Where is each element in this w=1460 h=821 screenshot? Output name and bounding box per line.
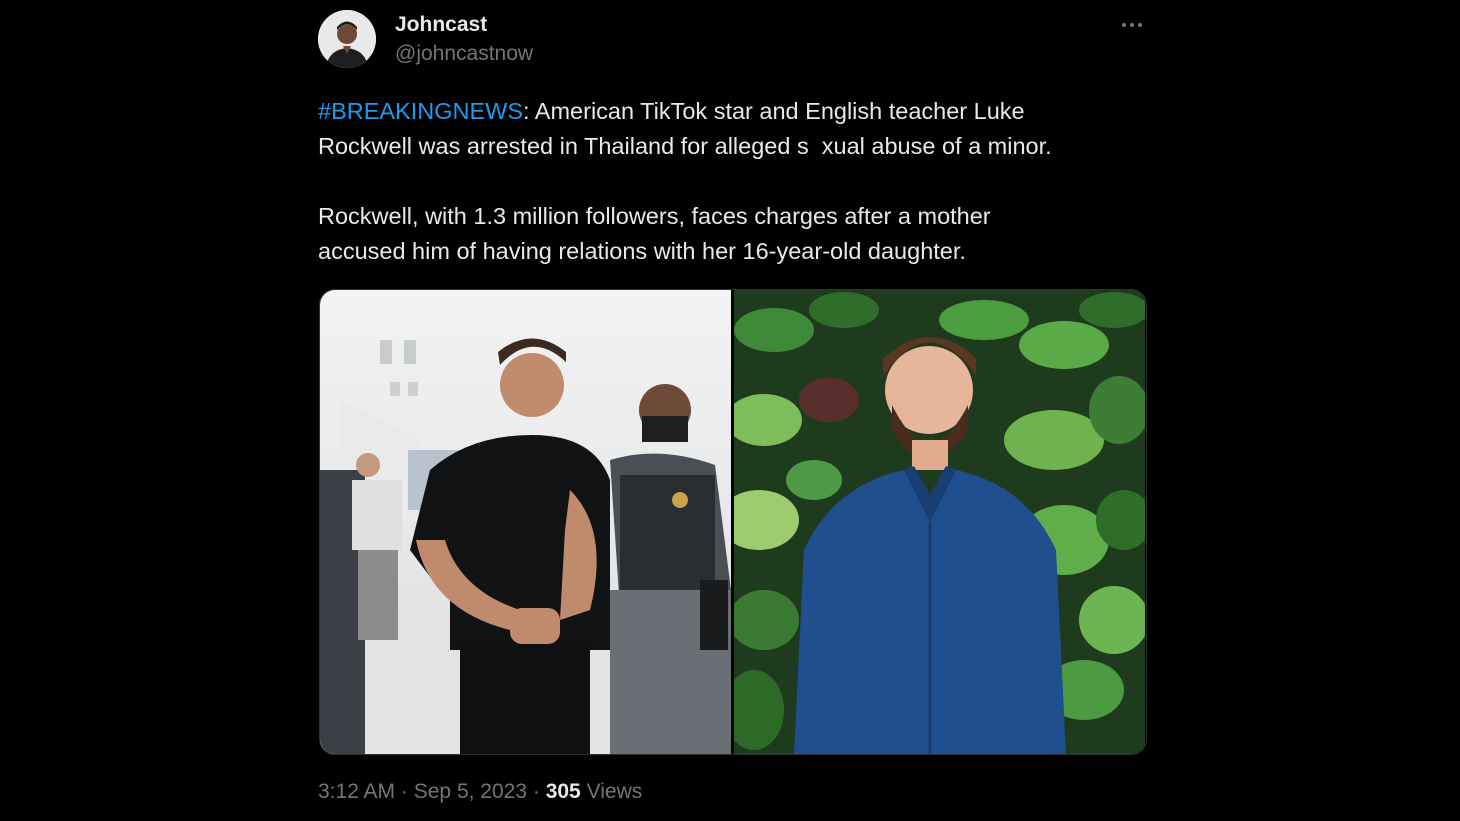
tweet-text-line1: : American TikTok star and English teach… <box>523 98 1025 124</box>
portrait-photo[interactable] <box>734 290 1145 754</box>
more-options-button[interactable] <box>1116 12 1148 38</box>
avatar[interactable] <box>318 10 376 68</box>
tweet-meta: 3:12 AM · Sep 5, 2023 · 305 Views <box>318 778 642 806</box>
more-options-icon <box>1130 23 1134 27</box>
tweet-text-line3: Rockwell, with 1.3 million followers, fa… <box>318 203 991 229</box>
tweet-time[interactable]: 3:12 AM <box>318 780 395 803</box>
tweet-text-line2: Rockwell was arrested in Thailand for al… <box>318 133 1052 159</box>
meta-separator: · <box>400 780 408 803</box>
more-options-icon <box>1122 23 1126 27</box>
media-grid <box>319 289 1147 755</box>
tweet-date[interactable]: Sep 5, 2023 <box>414 780 527 803</box>
tweet-text-line4: accused him of having relations with her… <box>318 238 966 264</box>
arrest-photo[interactable] <box>320 290 731 754</box>
avatar-image <box>318 10 376 68</box>
tweet-text: #BREAKINGNEWS: American TikTok star and … <box>318 94 1148 269</box>
views-count[interactable]: 305 <box>546 780 581 803</box>
portrait-photo-image <box>734 290 1145 754</box>
author-name[interactable]: Johncast <box>395 12 487 38</box>
meta-separator: · <box>532 780 540 803</box>
more-options-icon <box>1138 23 1142 27</box>
tweet: Johncast @johncastnow #BREAKINGNEWS: Ame… <box>318 0 1148 821</box>
author-handle[interactable]: @johncastnow <box>395 41 533 67</box>
hashtag-link[interactable]: #BREAKINGNEWS <box>318 98 523 124</box>
arrest-photo-image <box>320 290 731 754</box>
views-label: Views <box>586 780 643 803</box>
